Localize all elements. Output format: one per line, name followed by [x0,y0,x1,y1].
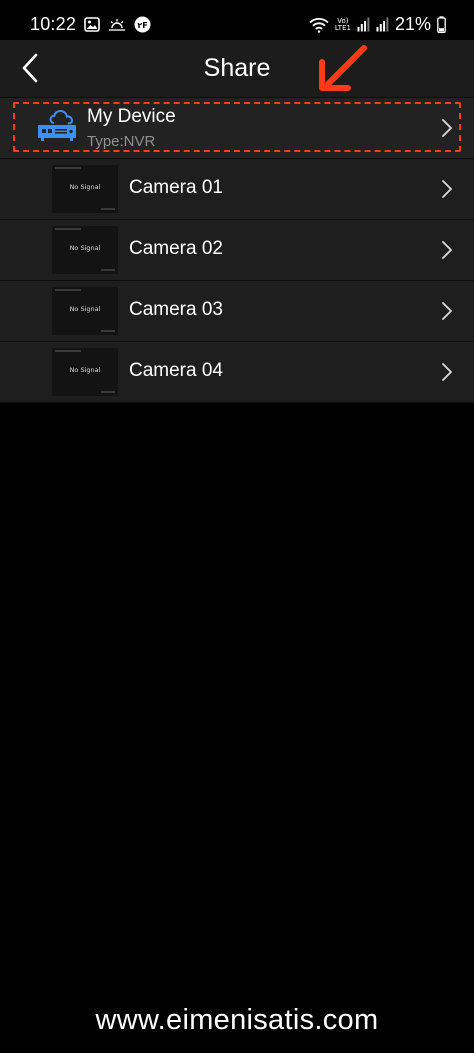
thumbnail-timestamp [55,167,81,169]
weather-sunrise-icon [108,18,126,32]
thumbnail-channel-label [101,391,115,393]
thumbnail-channel-label [101,330,115,332]
thumbnail-timestamp [55,289,81,291]
no-signal-text: No Signal [69,366,101,374]
camera-row[interactable]: No Signal Camera 04 [0,342,474,403]
share-screen: 10:22 ۲F Vo) LTE1 21% Share My Device Ty… [0,0,474,1053]
device-type: Type:NVR [87,133,156,150]
camera-row[interactable]: No Signal Camera 01 [0,159,474,220]
thumbnail-channel-label [101,269,115,271]
status-left: 10:22 ۲F [30,14,151,35]
status-bar: 10:22 ۲F Vo) LTE1 21% [0,0,474,40]
lte-label: LTE1 [334,23,351,32]
no-signal-text: No Signal [69,244,101,252]
signal-icon [357,17,370,32]
thumbnail-timestamp [55,228,81,230]
chevron-right-icon [442,363,452,381]
camera-row[interactable]: No Signal Camera 03 [0,281,474,342]
camera-row[interactable]: No Signal Camera 02 [0,220,474,281]
battery-percent: 21% [394,14,431,34]
camera-thumbnail: No Signal [52,226,118,274]
camera-thumbnail: No Signal [52,348,118,396]
annotation-arrow-icon [312,42,372,101]
chevron-right-icon [442,119,452,137]
camera-name: Camera 03 [129,299,223,320]
notification-badge-text: ۲F [137,21,147,30]
device-row[interactable]: My Device Type:NVR [0,98,474,159]
no-signal-text: No Signal [69,183,101,191]
camera-name: Camera 02 [129,238,223,259]
nav-header: Share [0,40,474,98]
camera-name: Camera 04 [129,360,223,381]
nvr-cloud-icon [36,109,78,149]
status-right: Vo) LTE1 21% [309,14,446,35]
status-time: 10:22 [30,14,77,34]
camera-thumbnail: No Signal [52,287,118,335]
wifi-icon [309,17,329,33]
chevron-right-icon [442,180,452,198]
camera-thumbnail: No Signal [52,165,118,213]
signal-icon [376,17,389,32]
chevron-right-icon [442,241,452,259]
page-title: Share [203,54,271,82]
thumbnail-channel-label [101,208,115,210]
lte-indicator: Vo) LTE1 [334,17,351,32]
thumbnail-timestamp [55,350,81,352]
annotation-highlight-box [13,102,461,152]
watermark-text: www.eimenisatis.com [95,1004,379,1036]
camera-name: Camera 01 [129,177,223,198]
notification-badge-icon: ۲F [134,16,151,33]
no-signal-text: No Signal [69,305,101,313]
device-name: My Device [87,106,176,127]
battery-icon [437,16,446,33]
image-icon [84,17,100,32]
chevron-right-icon [442,302,452,320]
share-list: My Device Type:NVR No Signal Camera 01 N… [0,98,474,403]
